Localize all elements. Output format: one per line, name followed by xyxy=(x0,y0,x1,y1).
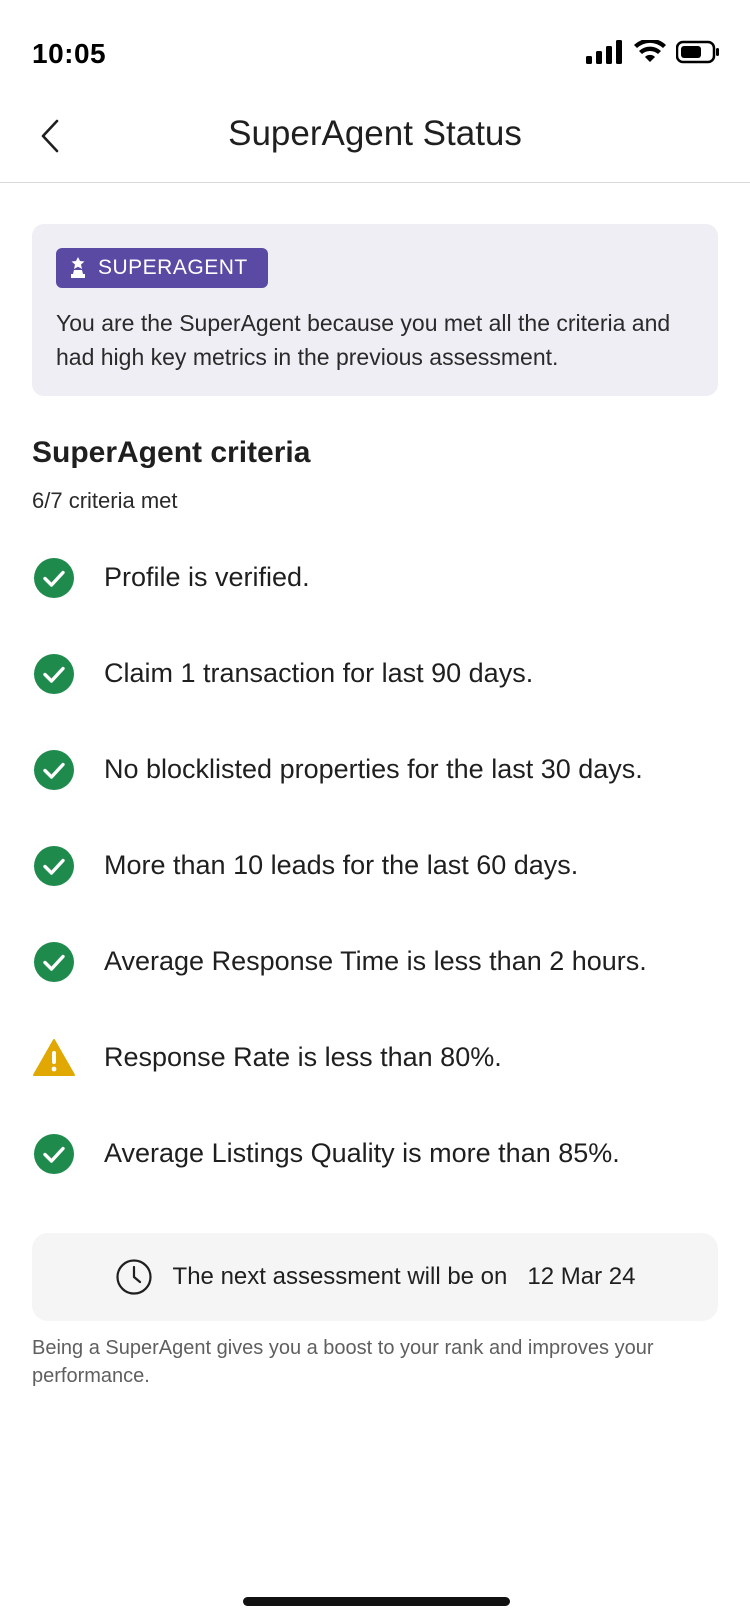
criteria-label: No blocklisted properties for the last 3… xyxy=(104,754,643,784)
status-bar: 10:05 xyxy=(0,0,750,100)
footer-note: Being a SuperAgent gives you a boost to … xyxy=(32,1337,654,1387)
criteria-item: More than 10 leads for the last 60 days. xyxy=(32,828,732,924)
criteria-summary: 6/7 criteria met xyxy=(32,488,178,513)
check-circle-icon xyxy=(34,942,74,982)
warning-triangle-icon xyxy=(33,1039,75,1076)
check-circle-icon xyxy=(34,558,74,598)
home-indicator[interactable] xyxy=(243,1597,510,1606)
next-assessment-text: The next assessment will be on xyxy=(172,1263,508,1290)
banner-description: You are the SuperAgent because you met a… xyxy=(56,310,671,370)
award-icon xyxy=(71,257,85,278)
criteria-item: Profile is verified. xyxy=(32,540,732,636)
badge-label: SUPERAGENT xyxy=(98,256,248,279)
superagent-banner: SUPERAGENT You are the SuperAgent becaus… xyxy=(32,224,718,396)
status-time: 10:05 xyxy=(32,38,107,69)
superagent-badge: SUPERAGENT xyxy=(56,248,268,288)
status-icons xyxy=(586,40,720,64)
wifi-icon xyxy=(634,40,666,62)
cellular-signal-icon xyxy=(586,40,622,64)
page-title: SuperAgent Status xyxy=(228,114,522,153)
next-assessment-box: The next assessment will be on 12 Mar 24 xyxy=(32,1233,718,1321)
criteria-item: Claim 1 transaction for last 90 days. xyxy=(32,636,732,732)
criteria-label: More than 10 leads for the last 60 days. xyxy=(104,850,579,880)
criteria-title: SuperAgent criteria xyxy=(32,436,311,469)
check-circle-icon xyxy=(34,846,74,886)
check-circle-icon xyxy=(34,750,74,790)
criteria-item: Average Response Time is less than 2 hou… xyxy=(32,924,732,1020)
next-assessment-date: 12 Mar 24 xyxy=(527,1263,636,1290)
criteria-label: Average Response Time is less than 2 hou… xyxy=(104,946,647,976)
criteria-label: Profile is verified. xyxy=(104,562,310,592)
check-circle-icon xyxy=(34,1134,74,1174)
criteria-label: Average Listings Quality is more than 85… xyxy=(104,1138,620,1168)
criteria-item: No blocklisted properties for the last 3… xyxy=(32,732,732,828)
criteria-label: Response Rate is less than 80%. xyxy=(104,1042,502,1072)
criteria-item: Response Rate is less than 80%. xyxy=(32,1020,732,1116)
criteria-list: Profile is verified. Claim 1 transaction… xyxy=(32,540,732,1212)
criteria-label: Claim 1 transaction for last 90 days. xyxy=(104,658,534,688)
clock-icon xyxy=(115,1259,152,1295)
nav-bar: SuperAgent Status xyxy=(0,100,750,183)
criteria-item: Average Listings Quality is more than 85… xyxy=(32,1116,732,1212)
check-circle-icon xyxy=(34,654,74,694)
battery-icon xyxy=(676,40,719,64)
